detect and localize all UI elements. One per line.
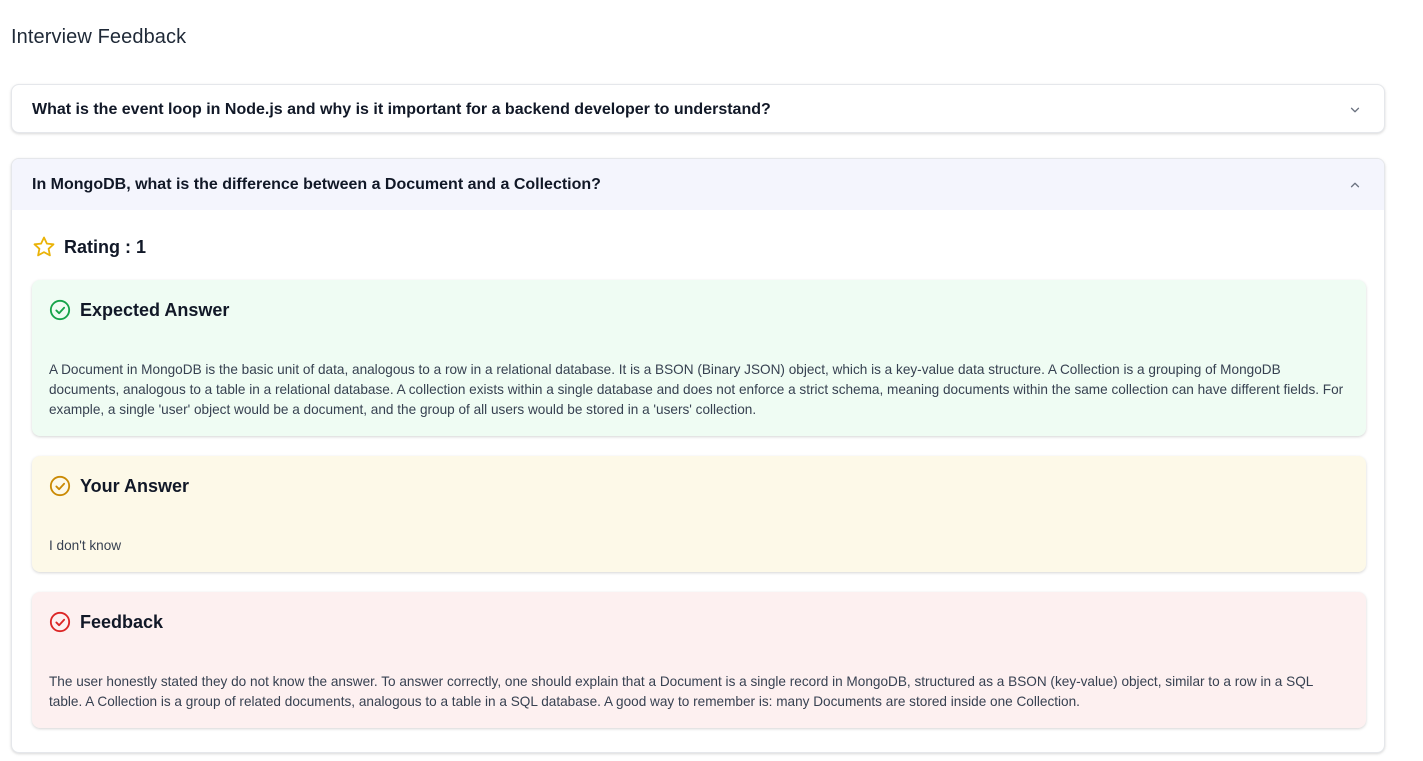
accordion-header[interactable]: What is the event loop in Node.js and wh… — [12, 85, 1384, 132]
page-title: Interview Feedback — [11, 26, 187, 48]
chevron-down-icon[interactable] — [1348, 103, 1362, 117]
question-accordion: In MongoDB, what is the difference betwe… — [11, 158, 1385, 753]
card-title: Expected Answer — [80, 299, 230, 320]
chevron-up-icon[interactable] — [1348, 178, 1362, 192]
question-text: In MongoDB, what is the difference betwe… — [32, 175, 601, 193]
star-icon — [33, 236, 55, 257]
card-title: Your Answer — [80, 475, 190, 496]
check-circle-icon — [49, 299, 71, 321]
expected-answer-text: A Document in MongoDB is the basic unit … — [49, 362, 1344, 417]
question-accordion: What is the event loop in Node.js and wh… — [11, 84, 1385, 133]
your-answer-text: I don't know — [49, 538, 122, 553]
check-circle-icon — [49, 611, 71, 633]
feedback-card: Feedback The user honestly stated they d… — [32, 592, 1366, 728]
card-title: Feedback — [80, 611, 164, 632]
rating: Rating : 1 — [32, 235, 146, 259]
your-answer-card: Your Answer I don't know — [32, 456, 1366, 572]
interview-feedback-page: Interview Feedback What is the event loo… — [0, 0, 1423, 761]
check-circle-icon — [49, 475, 71, 497]
accordion-header[interactable]: In MongoDB, what is the difference betwe… — [12, 159, 1384, 210]
expected-answer-card: Expected Answer A Document in MongoDB is… — [32, 280, 1366, 436]
feedback-text: The user honestly stated they do not kno… — [49, 674, 1313, 709]
question-text: What is the event loop in Node.js and wh… — [32, 100, 771, 118]
rating-label: Rating : 1 — [64, 236, 147, 257]
